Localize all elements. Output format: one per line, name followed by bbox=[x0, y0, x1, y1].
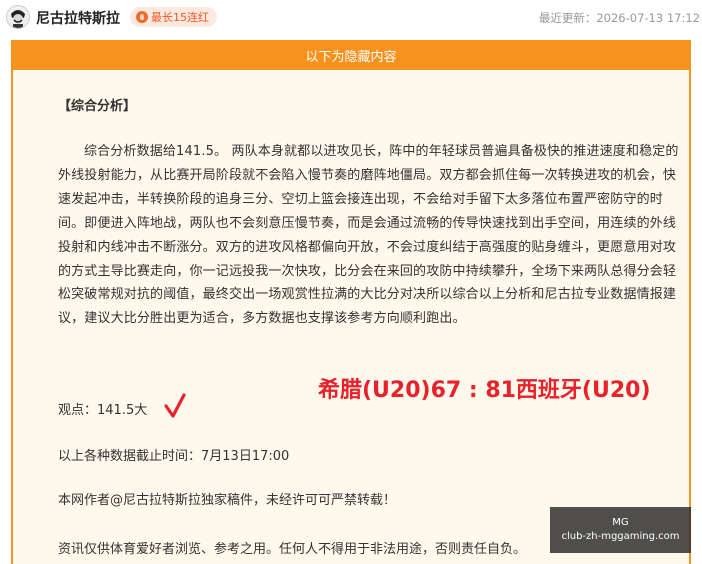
analysis-paragraph: 综合分析数据给141.5。 两队本身就都以进攻见长，阵中的年轻球员普遍具备极快的… bbox=[58, 144, 679, 327]
hidden-content-banner: 以下为隐藏内容 bbox=[11, 40, 691, 70]
author-name[interactable]: 尼古拉特斯拉 bbox=[36, 8, 120, 28]
data-deadline-text: 以上各种数据截止时间：7月13日17:00 bbox=[58, 449, 290, 464]
page: 尼古拉特斯拉 最长15连红 最近更新：2026-07-13 17:12 以下为隐… bbox=[0, 0, 702, 564]
author-avatar[interactable] bbox=[6, 5, 30, 29]
check-mark-icon bbox=[164, 393, 186, 418]
streak-badge-label: 最长15连红 bbox=[151, 11, 209, 24]
watermark: MG club-zh-mggaming.com bbox=[550, 507, 691, 553]
flame-icon bbox=[136, 11, 148, 23]
watermark-brand: MG bbox=[612, 517, 629, 528]
section-heading: 【综合分析】 bbox=[58, 99, 137, 114]
copyright-notice: 本网作者@尼古拉特斯拉独家稿件，未经许可可严禁转载！ bbox=[58, 493, 397, 508]
disclaimer-text: 资讯仅供体育爱好者浏览、参考之用。任何人不得用于非法用途，否则责任自负。 bbox=[58, 542, 527, 557]
streak-badge: 最长15连红 bbox=[130, 7, 217, 27]
match-result-overlay: 希腊(U20)67 : 81西班牙(U20) bbox=[318, 378, 651, 403]
hidden-content-label: 以下为隐藏内容 bbox=[305, 49, 397, 65]
last-updated: 最近更新：2026-07-13 17:12 bbox=[538, 11, 700, 25]
viewpoint-text: 观点：141.5大 bbox=[58, 403, 148, 418]
watermark-url: club-zh-mggaming.com bbox=[561, 531, 680, 542]
avatar-portrait-icon bbox=[7, 6, 29, 28]
article-header: 尼古拉特斯拉 最长15连红 最近更新：2026-07-13 17:12 bbox=[0, 0, 702, 36]
